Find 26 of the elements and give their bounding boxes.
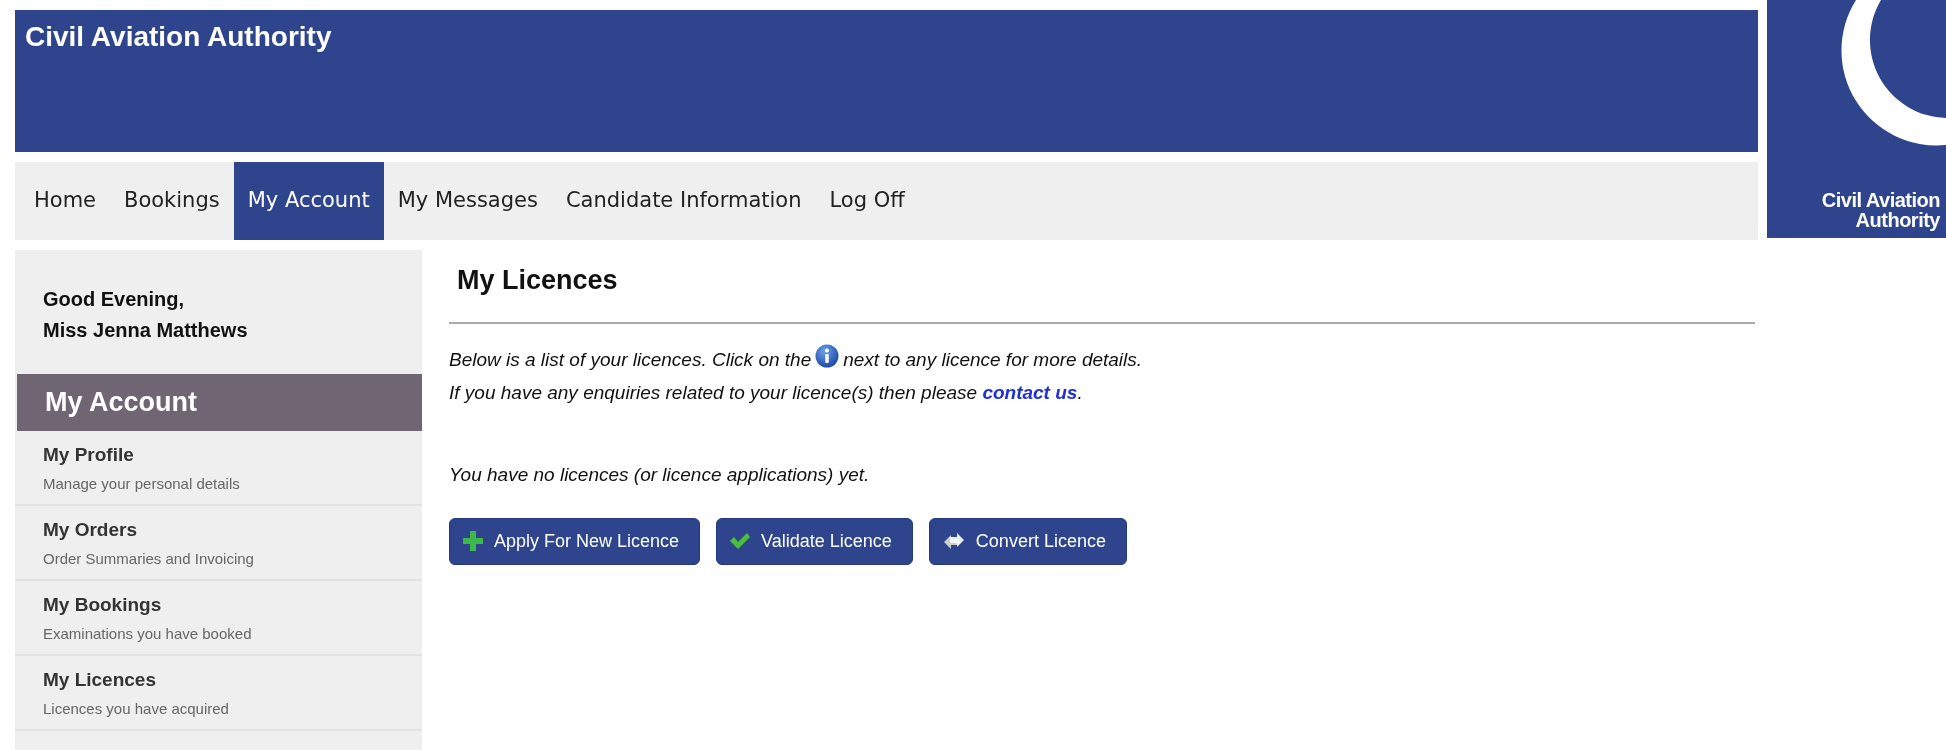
sidebar-item[interactable]: My Orders Order Summaries and Invoicing — [15, 505, 422, 581]
nav-tab[interactable]: Candidate Information — [551, 162, 816, 240]
empty-message: You have no licences (or licence applications) yet. — [449, 463, 871, 488]
greeting-text: Good Evening, Miss Jenna Matthews — [42, 287, 249, 343]
nav-tab[interactable]: My Messages — [383, 162, 552, 240]
action-button[interactable]: Convert Licence — [928, 517, 1127, 565]
nav-tab[interactable]: Bookings — [110, 162, 234, 240]
page-title: My Licences — [457, 264, 619, 297]
sidebar-item[interactable]: My Bookings Examinations you have booked — [15, 580, 422, 656]
intro-text: Below is a list of your licences. Click on the — [449, 349, 812, 371]
contact-link[interactable]: contact us — [982, 381, 1078, 403]
nav-tab[interactable]: My Account — [233, 162, 384, 240]
sidebar-heading: My Account — [17, 374, 422, 431]
intro-text: next to any licence for more details. — [843, 349, 1143, 371]
nav-tab[interactable]: Log Off — [815, 162, 919, 240]
nav-tab[interactable]: Home — [20, 162, 110, 240]
action-button[interactable]: Apply For New Licence — [449, 517, 701, 565]
action-button[interactable]: Validate Licence — [716, 517, 913, 565]
logo-text: Civil Aviation Authority — [1821, 190, 1940, 230]
site-title: Civil Aviation Authority — [25, 21, 332, 52]
info-icon — [815, 344, 840, 369]
plus-icon — [462, 530, 484, 553]
sidebar-item[interactable]: My Profile Manage your personal details — [15, 430, 422, 506]
sidebar-item[interactable]: My Licences Licences you have acquired — [15, 655, 422, 731]
check-icon — [729, 531, 752, 552]
enquiry-text: If you have any enquiries related to your licence(s) then please contact us. — [449, 380, 1084, 405]
